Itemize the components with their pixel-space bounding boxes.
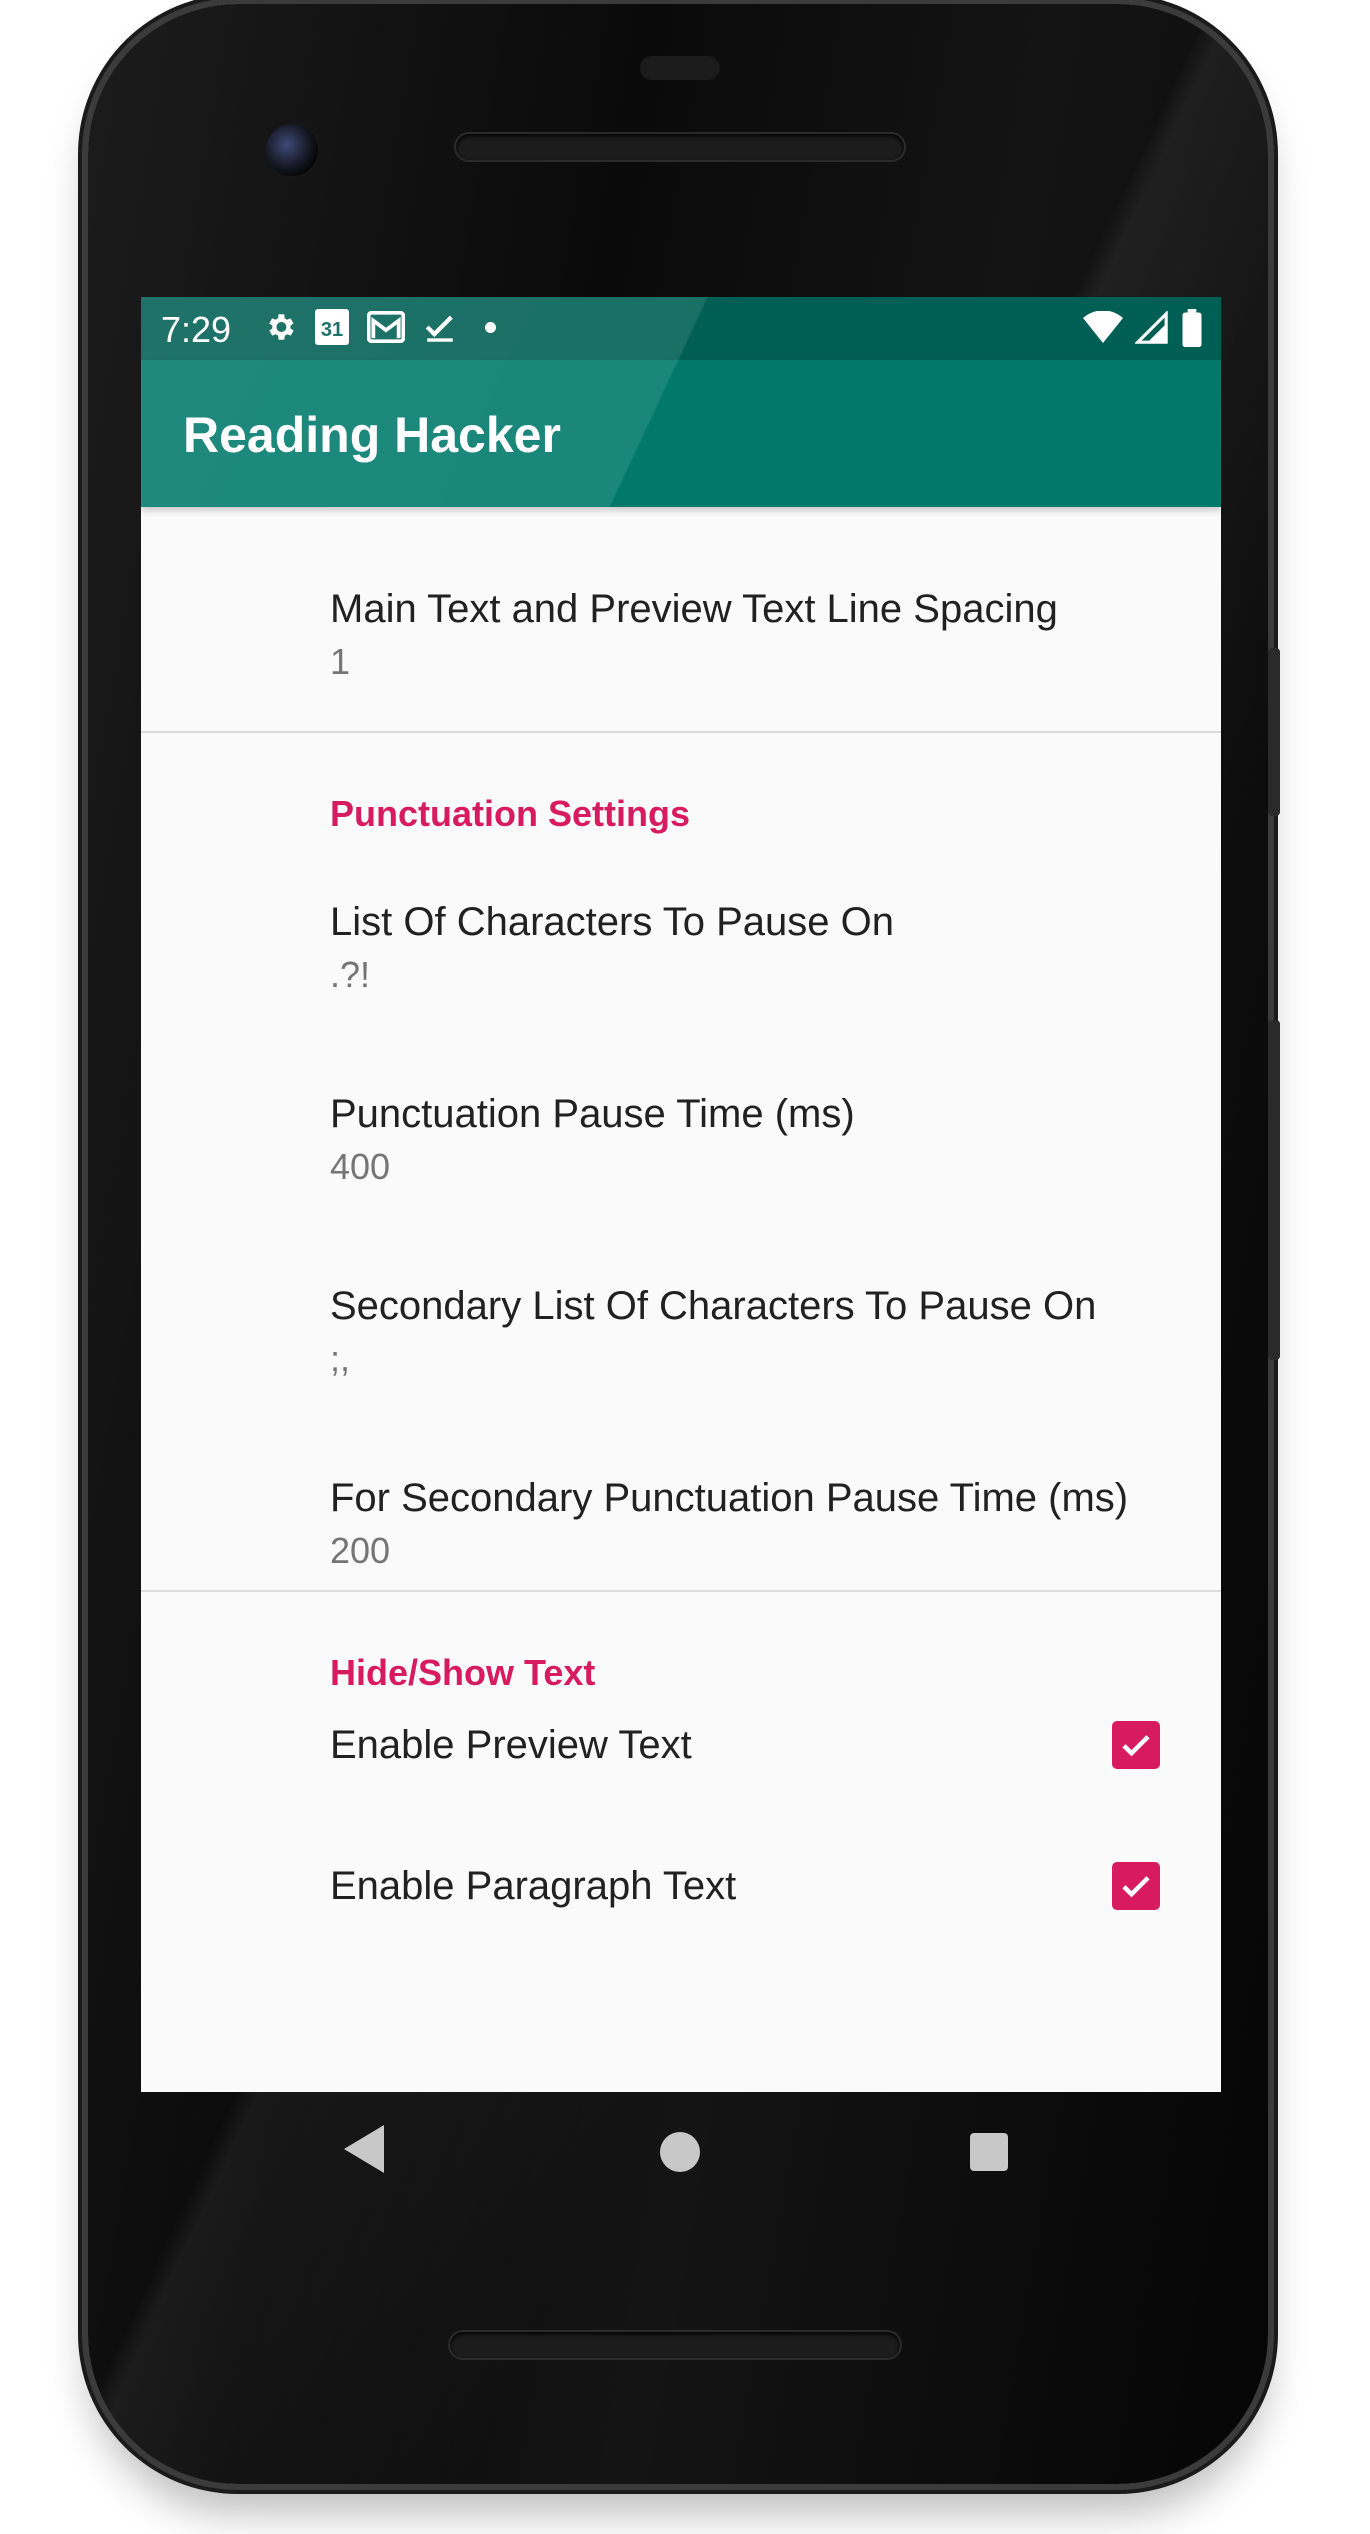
wifi-icon (1083, 311, 1123, 345)
pref-secondary-pause-time[interactable]: For Secondary Punctuation Pause Time (ms… (141, 1396, 1221, 1590)
category-hide-show-text: Hide/Show Text (141, 1592, 1221, 1693)
settings-list: Main Text and Preview Text Line Spacing … (141, 507, 1221, 1961)
pref-summary: ;, (330, 1338, 351, 1379)
pref-summary: 400 (330, 1146, 391, 1187)
settings-icon (263, 310, 297, 344)
pref-enable-paragraph-text[interactable]: Enable Paragraph Text (141, 1820, 1221, 1961)
front-camera (266, 124, 318, 176)
bottom-speaker (450, 2332, 900, 2358)
power-button (1268, 648, 1280, 816)
calendar-day: 31 (320, 319, 344, 341)
recents-icon[interactable] (970, 2133, 1008, 2171)
pref-line-spacing[interactable]: Main Text and Preview Text Line Spacing … (141, 507, 1221, 731)
battery-icon (1181, 309, 1203, 347)
signal-icon (1135, 311, 1169, 345)
device-screen: 7:29 31 Reading Hacker Main Text and Pre… (141, 297, 1221, 2092)
notification-icons: 31 (263, 309, 496, 345)
app-toolbar: Reading Hacker (141, 360, 1221, 507)
gmail-icon (367, 311, 405, 343)
pref-title: List Of Characters To Pause On (330, 900, 894, 944)
proximity-sensor (640, 56, 720, 80)
status-time: 7:29 (161, 309, 232, 350)
back-icon[interactable] (344, 2124, 384, 2178)
volume-button (1268, 1020, 1280, 1360)
calendar-icon: 31 (315, 309, 349, 345)
pref-summary: 1 (330, 641, 351, 682)
pref-title: Punctuation Pause Time (ms) (330, 1092, 855, 1136)
category-punctuation-settings: Punctuation Settings (141, 733, 1221, 834)
pref-title: Main Text and Preview Text Line Spacing (330, 587, 1058, 631)
preview-text-checkbox[interactable] (1112, 1721, 1160, 1769)
home-icon[interactable] (660, 2132, 700, 2172)
pref-secondary-pause-characters[interactable]: Secondary List Of Characters To Pause On… (141, 1204, 1221, 1396)
system-icons (1083, 309, 1203, 347)
pref-summary: .?! (330, 954, 371, 995)
pref-title: For Secondary Punctuation Pause Time (ms… (330, 1476, 1129, 1520)
pref-summary: 200 (330, 1530, 391, 1571)
earpiece-speaker (456, 134, 904, 160)
pref-enable-preview-text[interactable]: Enable Preview Text (141, 1679, 1221, 1820)
pref-pause-characters[interactable]: List Of Characters To Pause On .?! (141, 820, 1221, 1012)
app-title: Reading Hacker (183, 407, 561, 463)
pref-title: Enable Paragraph Text (330, 1864, 737, 1908)
status-bar: 7:29 31 (141, 297, 1221, 360)
pref-title: Enable Preview Text (330, 1723, 692, 1767)
pref-title: Secondary List Of Characters To Pause On (330, 1284, 1097, 1328)
pref-pause-time[interactable]: Punctuation Pause Time (ms) 400 (141, 1012, 1221, 1204)
dot-icon (485, 321, 496, 333)
checkmark-icon (423, 310, 457, 344)
paragraph-text-checkbox[interactable] (1112, 1862, 1160, 1910)
